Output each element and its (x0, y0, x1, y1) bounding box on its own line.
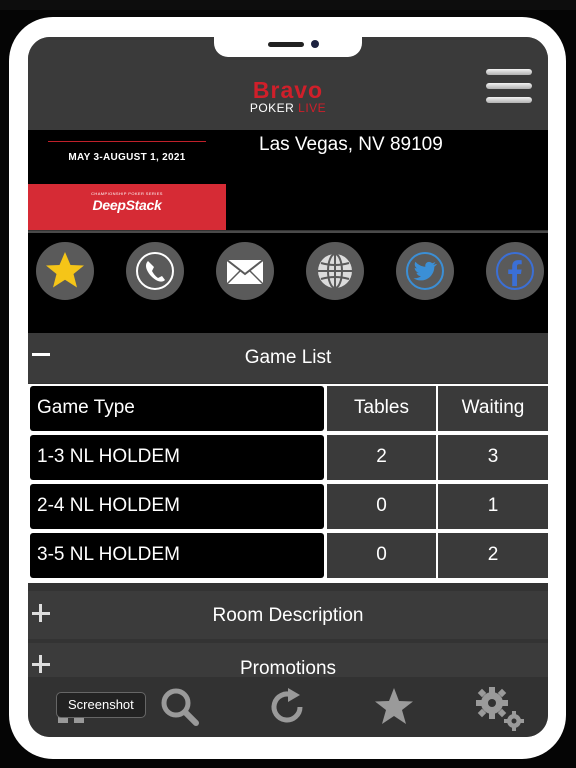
flyer-brand: DeepStack (92, 197, 162, 213)
hamburger-menu-icon[interactable] (486, 69, 532, 103)
flyer-red-block: CHAMPIONSHIP POKER SERIES DeepStack (28, 184, 226, 230)
column-header-tables: Tables (327, 386, 436, 431)
room-description-title: Room Description (212, 605, 364, 626)
waiting-cell: 2 (438, 533, 548, 578)
background (0, 0, 576, 10)
game-list-header[interactable]: Game List (28, 333, 548, 383)
logo-brand: Bravo (252, 77, 324, 103)
game-list-title: Game List (244, 347, 332, 368)
facebook-icon (496, 252, 534, 290)
action-icons-row (28, 231, 548, 333)
bottom-navigation-bar: Screenshot (28, 677, 548, 737)
flyer-dates: MAY 3-AUGUST 1, 2021 (68, 152, 186, 163)
logo-subtitle: POKER LIVE (249, 101, 327, 115)
search-icon[interactable] (158, 685, 202, 729)
room-description-header[interactable]: Room Description (28, 591, 548, 639)
event-flyer-image[interactable]: MAY 3-AUGUST 1, 2021 CHAMPIONSHIP POKER … (28, 130, 226, 230)
waiting-cell: 3 (438, 435, 548, 480)
website-button[interactable] (306, 242, 364, 300)
refresh-icon[interactable] (266, 685, 310, 729)
tables-cell: 0 (327, 484, 436, 529)
game-type-cell[interactable]: 2-4 NL HOLDEM (30, 484, 324, 529)
app-screen: Bravo POKER LIVE MAY 3-AUGUST 1, 2021 CH… (28, 37, 548, 737)
twitter-icon (406, 252, 444, 290)
settings-gears-icon[interactable] (474, 685, 530, 737)
game-list-table: Game Type Tables Waiting 1-3 NL HOLDEM 2… (28, 384, 548, 583)
star-icon[interactable] (372, 685, 416, 729)
phone-icon (136, 252, 174, 290)
game-type-cell[interactable]: 1-3 NL HOLDEM (30, 435, 324, 480)
tables-cell: 0 (327, 533, 436, 578)
casino-address: Las Vegas, NV 89109 (259, 134, 443, 155)
column-header-waiting: Waiting (438, 386, 548, 431)
email-button[interactable] (216, 242, 274, 300)
twitter-button[interactable] (396, 242, 454, 300)
screenshot-tooltip: Screenshot (56, 692, 146, 718)
facebook-button[interactable] (486, 242, 544, 300)
star-icon (46, 252, 84, 288)
device-notch (214, 37, 362, 57)
waiting-cell: 1 (438, 484, 548, 529)
call-button[interactable] (126, 242, 184, 300)
bravo-poker-live-logo: Bravo POKER LIVE (246, 77, 330, 116)
casino-banner: MAY 3-AUGUST 1, 2021 CHAMPIONSHIP POKER … (28, 130, 548, 230)
column-header-game-type: Game Type (30, 386, 324, 431)
globe-icon (318, 253, 352, 289)
favorite-star-button[interactable] (36, 242, 94, 300)
mail-icon (226, 259, 264, 285)
tables-cell: 2 (327, 435, 436, 480)
game-type-cell[interactable]: 3-5 NL HOLDEM (30, 533, 324, 578)
flyer-series: CHAMPIONSHIP POKER SERIES (91, 191, 163, 196)
